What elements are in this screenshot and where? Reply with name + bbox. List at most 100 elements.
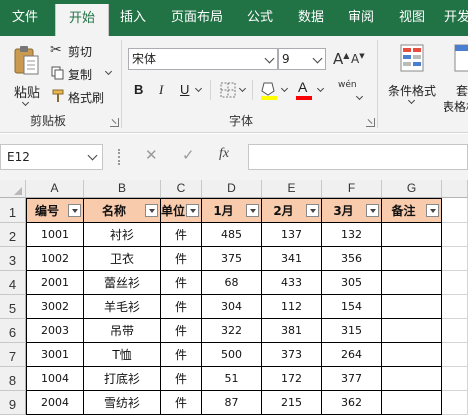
table-cell[interactable]: 衬衫 bbox=[84, 223, 161, 247]
header-cell[interactable]: 备注 bbox=[382, 198, 442, 223]
worksheet-grid[interactable]: ABCDEFG 123456789 编号 名称 单位 1月 2月 3月 备注 1001 衬衫件 4… bbox=[0, 180, 468, 415]
row-header-4[interactable]: 4 bbox=[0, 271, 26, 295]
table-cell[interactable]: 315 bbox=[322, 319, 382, 343]
increase-font-button[interactable]: A▲ bbox=[333, 50, 349, 68]
empty-cell[interactable] bbox=[442, 295, 468, 319]
name-box[interactable]: E12 bbox=[0, 144, 103, 170]
header-cell[interactable]: 名称 bbox=[84, 198, 161, 223]
row-header-5[interactable]: 5 bbox=[0, 295, 26, 319]
table-cell[interactable]: 3002 bbox=[26, 295, 84, 319]
table-cell[interactable]: 215 bbox=[262, 391, 322, 415]
bold-button[interactable]: B bbox=[134, 82, 143, 97]
table-cell[interactable]: 87 bbox=[202, 391, 262, 415]
column-header-f[interactable]: F bbox=[322, 180, 382, 198]
row-header-9[interactable]: 9 bbox=[0, 391, 26, 415]
table-cell[interactable] bbox=[382, 295, 442, 319]
conditional-formatting-button[interactable]: 条件格式 bbox=[384, 42, 440, 112]
format-as-table-button[interactable]: 套 表格格 bbox=[444, 42, 468, 112]
table-cell[interactable] bbox=[382, 343, 442, 367]
column-header-e[interactable]: E bbox=[262, 180, 322, 198]
table-cell[interactable]: 2004 bbox=[26, 391, 84, 415]
column-header-a[interactable]: A bbox=[26, 180, 84, 198]
table-cell[interactable]: 件 bbox=[161, 271, 202, 295]
table-cell[interactable]: 322 bbox=[202, 319, 262, 343]
row-header-2[interactable]: 2 bbox=[0, 223, 26, 247]
table-cell[interactable]: 1001 bbox=[26, 223, 84, 247]
table-cell[interactable]: 件 bbox=[161, 391, 202, 415]
column-header-overflow[interactable] bbox=[442, 180, 468, 198]
filter-arrow-icon[interactable] bbox=[246, 204, 259, 217]
table-cell[interactable] bbox=[382, 271, 442, 295]
phonetic-button[interactable]: wén bbox=[338, 80, 357, 90]
italic-button[interactable]: I bbox=[159, 82, 163, 98]
table-cell[interactable]: 137 bbox=[262, 223, 322, 247]
table-cell[interactable]: 500 bbox=[202, 343, 262, 367]
table-cell[interactable]: 132 bbox=[322, 223, 382, 247]
name-box-chevron-icon[interactable] bbox=[87, 150, 98, 161]
table-cell[interactable]: 打底衫 bbox=[84, 367, 161, 391]
column-header-b[interactable]: B bbox=[84, 180, 161, 198]
underline-dropdown-chevron-icon[interactable] bbox=[194, 84, 203, 93]
tab-data[interactable]: 数据 bbox=[290, 0, 332, 36]
table-cell[interactable] bbox=[382, 367, 442, 391]
tab-developer[interactable]: 开发 bbox=[442, 0, 468, 36]
filter-arrow-icon[interactable] bbox=[366, 204, 379, 217]
table-cell[interactable]: 172 bbox=[262, 367, 322, 391]
filter-arrow-icon[interactable] bbox=[426, 204, 439, 217]
filter-arrow-icon[interactable] bbox=[145, 204, 158, 217]
table-cell[interactable]: 3001 bbox=[26, 343, 84, 367]
column-header-g[interactable]: G bbox=[382, 180, 442, 198]
table-cell[interactable]: 304 bbox=[202, 295, 262, 319]
decrease-font-button[interactable]: A▼ bbox=[351, 52, 365, 66]
formula-bar-grip[interactable] bbox=[118, 149, 121, 165]
font-size-combo[interactable]: 9 bbox=[278, 48, 326, 70]
row-header-6[interactable]: 6 bbox=[0, 319, 26, 343]
table-cell[interactable]: 雪纺衫 bbox=[84, 391, 161, 415]
empty-cell[interactable] bbox=[442, 247, 468, 271]
table-cell[interactable]: 362 bbox=[322, 391, 382, 415]
formula-input[interactable] bbox=[248, 144, 468, 170]
filter-arrow-icon[interactable] bbox=[186, 204, 199, 217]
tab-file[interactable]: 文件 bbox=[0, 0, 50, 36]
header-cell[interactable]: 2月 bbox=[262, 198, 322, 223]
table-cell[interactable] bbox=[382, 247, 442, 271]
font-size-chevron-icon[interactable] bbox=[312, 53, 323, 64]
empty-cell[interactable] bbox=[442, 223, 468, 247]
insert-function-button[interactable]: fx bbox=[219, 146, 229, 162]
header-cell[interactable]: 单位 bbox=[161, 198, 202, 223]
table-cell[interactable]: 羊毛衫 bbox=[84, 295, 161, 319]
empty-cell[interactable] bbox=[442, 319, 468, 343]
filter-arrow-icon[interactable] bbox=[306, 204, 319, 217]
row-header-8[interactable]: 8 bbox=[0, 367, 26, 391]
table-cell[interactable]: 433 bbox=[262, 271, 322, 295]
table-cell[interactable]: 1002 bbox=[26, 247, 84, 271]
fill-color-icon[interactable] bbox=[260, 80, 278, 100]
table-cell[interactable]: 2003 bbox=[26, 319, 84, 343]
clipboard-launcher-icon[interactable] bbox=[110, 118, 119, 127]
table-cell[interactable]: 341 bbox=[262, 247, 322, 271]
font-launcher-icon[interactable] bbox=[366, 118, 375, 127]
paste-button[interactable]: 粘贴 bbox=[10, 42, 44, 112]
table-cell[interactable]: 件 bbox=[161, 319, 202, 343]
table-cell[interactable] bbox=[382, 223, 442, 247]
table-cell[interactable]: 373 bbox=[262, 343, 322, 367]
tab-formulas[interactable]: 公式 bbox=[240, 0, 280, 36]
table-cell[interactable]: 卫衣 bbox=[84, 247, 161, 271]
table-cell[interactable]: 件 bbox=[161, 343, 202, 367]
table-cell[interactable]: T恤 bbox=[84, 343, 161, 367]
empty-cell[interactable] bbox=[442, 391, 468, 415]
table-cell[interactable]: 蕾丝衫 bbox=[84, 271, 161, 295]
header-cell[interactable]: 3月 bbox=[322, 198, 382, 223]
tab-review[interactable]: 审阅 bbox=[340, 0, 382, 36]
phonetic-dropdown-chevron-icon[interactable] bbox=[355, 92, 364, 101]
table-cell[interactable]: 485 bbox=[202, 223, 262, 247]
empty-cell[interactable] bbox=[442, 198, 468, 223]
table-cell[interactable]: 件 bbox=[161, 223, 202, 247]
empty-cell[interactable] bbox=[442, 271, 468, 295]
borders-dropdown-chevron-icon[interactable] bbox=[238, 84, 247, 93]
table-cell[interactable]: 377 bbox=[322, 367, 382, 391]
empty-cell[interactable] bbox=[442, 343, 468, 367]
table-cell[interactable]: 356 bbox=[322, 247, 382, 271]
table-cell[interactable]: 件 bbox=[161, 247, 202, 271]
tab-page-layout[interactable]: 页面布局 bbox=[162, 0, 232, 36]
